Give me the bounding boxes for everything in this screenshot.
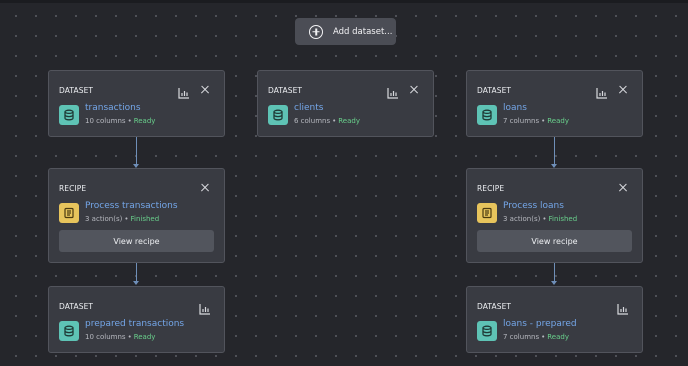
recipe-name-link[interactable]: Process transactions (85, 201, 178, 211)
recipe-meta: 3 action(s) • Finished (85, 215, 159, 223)
column-count: 10 columns (85, 117, 126, 125)
chart-icon[interactable] (617, 300, 629, 315)
database-icon (477, 105, 497, 125)
close-icon[interactable] (199, 182, 211, 194)
action-count: 3 action(s) (503, 215, 541, 223)
close-icon[interactable] (617, 84, 629, 96)
plus-circle-icon (309, 24, 323, 39)
node-type-label: DATASET (268, 86, 303, 95)
database-icon (59, 321, 79, 341)
dataset-card-transactions[interactable]: DATASET transactions 10 columns • Ready (48, 70, 225, 137)
add-dataset-button[interactable]: Add dataset... (295, 18, 396, 45)
meta-separator: • (332, 117, 337, 125)
chart-icon[interactable] (596, 84, 608, 99)
column-count: 6 columns (294, 117, 331, 125)
connector-transactions-recipe (136, 137, 137, 165)
view-recipe-button[interactable]: View recipe (477, 230, 632, 252)
dataset-name-link[interactable]: loans (503, 103, 527, 113)
close-icon[interactable] (199, 84, 211, 96)
node-type-label: DATASET (477, 86, 512, 95)
connector-arrow (551, 281, 557, 285)
status-text: Ready (133, 117, 156, 125)
connector-arrow (133, 281, 139, 285)
node-type-label: DATASET (477, 302, 512, 311)
meta-separator: • (541, 117, 546, 125)
meta-separator: • (127, 333, 132, 341)
column-count: 7 columns (503, 117, 540, 125)
recipe-name-link[interactable]: Process loans (503, 201, 564, 211)
dataset-name-link[interactable]: loans - prepared (503, 319, 577, 329)
recipe-icon (59, 203, 79, 223)
close-icon[interactable] (617, 182, 629, 194)
status-text: Finished (130, 215, 160, 223)
database-icon (268, 105, 288, 125)
node-type-label: RECIPE (59, 184, 87, 193)
node-type-label: DATASET (59, 86, 94, 95)
dataset-meta: 10 columns • Ready (85, 333, 155, 341)
connector-loans-recipe (554, 137, 555, 165)
dataset-name-link[interactable]: prepared transactions (85, 319, 184, 329)
dataset-name-link[interactable]: clients (294, 103, 323, 113)
chart-icon[interactable] (387, 84, 399, 99)
status-text: Ready (547, 333, 569, 341)
dataset-card-prepared-transactions[interactable]: DATASET prepared transactions 10 columns… (48, 286, 225, 353)
recipe-icon (477, 203, 497, 223)
node-type-label: DATASET (59, 302, 94, 311)
recipe-card-loans[interactable]: RECIPE Process loans 3 action(s) • Finishe… (466, 168, 643, 263)
status-text: Finished (548, 215, 578, 223)
action-count: 3 action(s) (85, 215, 123, 223)
top-edge (0, 0, 688, 3)
recipe-meta: 3 action(s) • Finished (503, 215, 577, 223)
recipe-card-transactions[interactable]: RECIPE Process transactions 3 action(s) •… (48, 168, 225, 263)
meta-separator: • (542, 215, 547, 223)
dataset-card-clients[interactable]: DATASET clients 6 columns • Ready (257, 70, 434, 137)
add-dataset-label: Add dataset... (333, 26, 393, 37)
dataset-meta: 7 columns • Ready (503, 117, 569, 125)
connector-recipe-loans-prepared (554, 263, 555, 282)
view-recipe-button[interactable]: View recipe (59, 230, 214, 252)
database-icon (477, 321, 497, 341)
dataset-name-link[interactable]: transactions (85, 103, 141, 113)
chart-icon[interactable] (178, 84, 190, 99)
dataset-meta: 6 columns • Ready (294, 117, 360, 125)
status-text: Ready (133, 333, 156, 341)
dataset-meta: 7 columns • Ready (503, 333, 569, 341)
dataset-card-loans-prepared[interactable]: DATASET loans - prepared 7 columns • Ready (466, 286, 643, 353)
dataset-card-loans[interactable]: DATASET loans 7 columns • Ready (466, 70, 643, 137)
dataset-meta: 10 columns • Ready (85, 117, 155, 125)
status-text: Ready (547, 117, 569, 125)
database-icon (59, 105, 79, 125)
column-count: 10 columns (85, 333, 126, 341)
meta-separator: • (127, 117, 132, 125)
node-type-label: RECIPE (477, 184, 505, 193)
meta-separator: • (124, 215, 129, 223)
status-text: Ready (338, 117, 360, 125)
meta-separator: • (541, 333, 546, 341)
column-count: 7 columns (503, 333, 540, 341)
connector-recipe-prepared-transactions (136, 263, 137, 282)
close-icon[interactable] (408, 84, 420, 96)
chart-icon[interactable] (199, 300, 211, 315)
